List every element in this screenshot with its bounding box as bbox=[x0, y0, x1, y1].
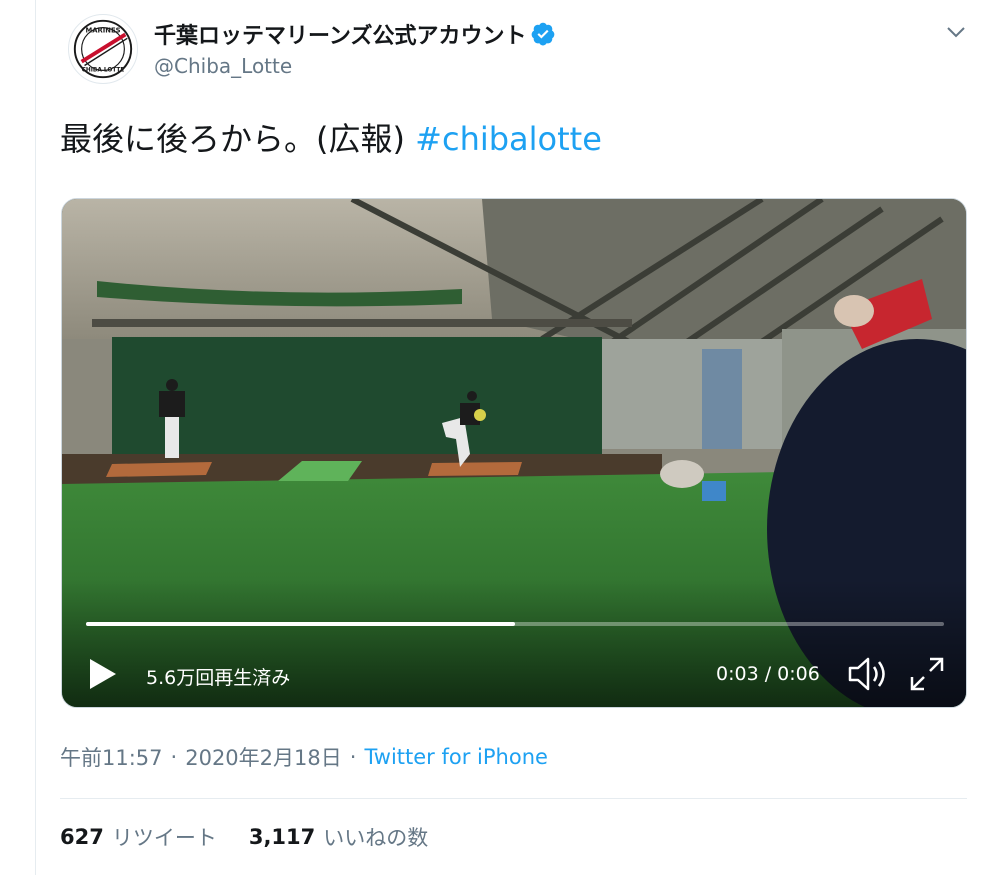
author-handle[interactable]: @Chiba_Lotte bbox=[154, 54, 292, 78]
tweet-time[interactable]: 午前11:57 bbox=[60, 742, 163, 772]
volume-icon[interactable] bbox=[846, 654, 890, 694]
like-stat[interactable]: 3,117 いいねの数 bbox=[249, 822, 428, 852]
retweet-label: リツイート bbox=[111, 826, 217, 850]
video-time: 0:03 / 0:06 bbox=[716, 663, 820, 685]
like-label: いいねの数 bbox=[323, 826, 429, 850]
logo-text-bottom: CHIBA LOTTE bbox=[82, 67, 125, 73]
retweet-stat[interactable]: 627 リツイート bbox=[60, 822, 217, 852]
tweet-card: MARINES CHIBA LOTTE 千葉ロッテマリーンズ公式アカウント @C… bbox=[35, 0, 1000, 875]
like-count: 3,117 bbox=[248, 825, 316, 849]
tweet-date[interactable]: 2020年2月18日 bbox=[185, 742, 342, 772]
video-progress-fill bbox=[86, 622, 515, 626]
video-frame bbox=[62, 199, 966, 707]
tweet-source-link[interactable]: Twitter for iPhone bbox=[364, 745, 548, 769]
logo-text-top: MARINES bbox=[85, 26, 120, 34]
play-icon[interactable] bbox=[88, 657, 118, 691]
meta-separator: · bbox=[170, 745, 178, 769]
retweet-count: 627 bbox=[60, 825, 104, 849]
tweet-stats: 627 リツイート 3,117 いいねの数 bbox=[60, 822, 460, 852]
divider bbox=[60, 798, 967, 799]
view-count: 5.6万回再生済み bbox=[146, 667, 291, 689]
tweet-meta: 午前11:57 · 2020年2月18日 · Twitter for iPhon… bbox=[60, 742, 548, 772]
author-display-name[interactable]: 千葉ロッテマリーンズ公式アカウント bbox=[154, 18, 526, 50]
hashtag-link[interactable]: #chibalotte bbox=[415, 120, 602, 158]
avatar[interactable]: MARINES CHIBA LOTTE bbox=[68, 14, 138, 84]
chiba-lotte-marines-logo-icon: MARINES CHIBA LOTTE bbox=[70, 16, 136, 82]
video-player[interactable]: 5.6万回再生済み 0:03 / 0:06 bbox=[61, 198, 967, 708]
video-progress-bar[interactable] bbox=[86, 622, 944, 626]
meta-separator: · bbox=[349, 745, 357, 769]
fullscreen-icon[interactable] bbox=[908, 655, 946, 693]
author-name-row[interactable]: 千葉ロッテマリーンズ公式アカウント bbox=[154, 18, 556, 50]
chevron-down-icon[interactable] bbox=[944, 20, 968, 44]
tweet-text: 最後に後ろから。(広報) #chibalotte bbox=[60, 114, 602, 160]
verified-badge-icon bbox=[530, 21, 556, 47]
tweet-body: 最後に後ろから。(広報) bbox=[60, 120, 416, 158]
